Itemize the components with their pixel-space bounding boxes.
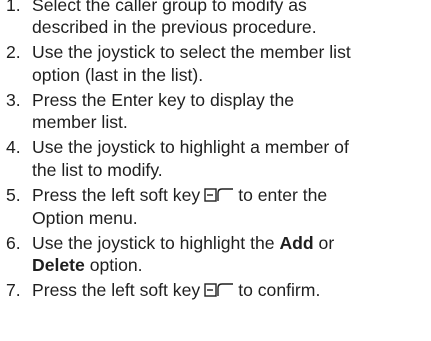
step-number: 1.: [6, 0, 21, 15]
left-soft-key-icon: [204, 185, 234, 207]
step-text: Select the caller group to modify as des…: [32, 0, 431, 39]
step-number: 2.: [6, 42, 21, 63]
step-line: Option menu.: [32, 208, 138, 229]
add-option-label: Add: [279, 233, 314, 254]
step-number: 7.: [6, 280, 21, 301]
step-4: 4. Use the joystick to highlight a membe…: [0, 136, 431, 181]
delete-option-label: Delete: [32, 255, 85, 276]
step-text: Use the joystick to select the member li…: [32, 41, 431, 86]
step-line: Select the caller group to modify as: [32, 0, 307, 15]
step-text: Press the left soft key to confirm.: [32, 279, 431, 302]
step-line: option (last in the list).: [32, 64, 204, 85]
step-line: Press the left soft key: [32, 184, 201, 205]
step-text: Use the joystick to highlight the Add or…: [32, 232, 431, 277]
step-line: Use the joystick to highlight a member o…: [32, 137, 349, 158]
step-line: option.: [89, 255, 143, 276]
step-line: to enter the: [238, 184, 328, 205]
step-3: 3. Press the Enter key to display the me…: [0, 89, 431, 134]
step-number: 3.: [6, 89, 21, 110]
instruction-page: 1. Select the caller group to modify as …: [0, 0, 431, 341]
step-line: member list.: [32, 112, 128, 133]
step-5: 5. Press the left soft key to enter the O…: [0, 184, 431, 230]
step-1: 1. Select the caller group to modify as …: [0, 0, 431, 39]
step-text: Press the left soft key to enter the Opti…: [32, 184, 431, 230]
or-text: or: [318, 233, 335, 254]
step-text: Use the joystick to highlight a member o…: [32, 136, 431, 181]
step-line: Use the joystick to select the member li…: [32, 42, 351, 63]
step-number: 4.: [6, 137, 21, 158]
left-soft-key-icon: [204, 280, 234, 302]
step-text: Press the Enter key to display the membe…: [32, 89, 431, 134]
step-6: 6. Use the joystick to highlight the Add…: [0, 232, 431, 277]
step-line: Press the left soft key: [32, 280, 201, 301]
step-2: 2. Use the joystick to select the member…: [0, 41, 431, 86]
procedure-steps-list: 1. Select the caller group to modify as …: [0, 0, 431, 305]
step-line: to confirm.: [238, 280, 321, 301]
step-7: 7. Press the left soft key to confirm.: [0, 279, 431, 302]
step-line: the list to modify.: [32, 159, 163, 180]
step-line: described in the previous procedure.: [32, 17, 317, 38]
step-line: Press the Enter key to display the: [32, 89, 295, 110]
step-number: 5.: [6, 184, 21, 205]
step-line: Use the joystick to highlight the: [32, 233, 275, 254]
step-number: 6.: [6, 233, 21, 254]
